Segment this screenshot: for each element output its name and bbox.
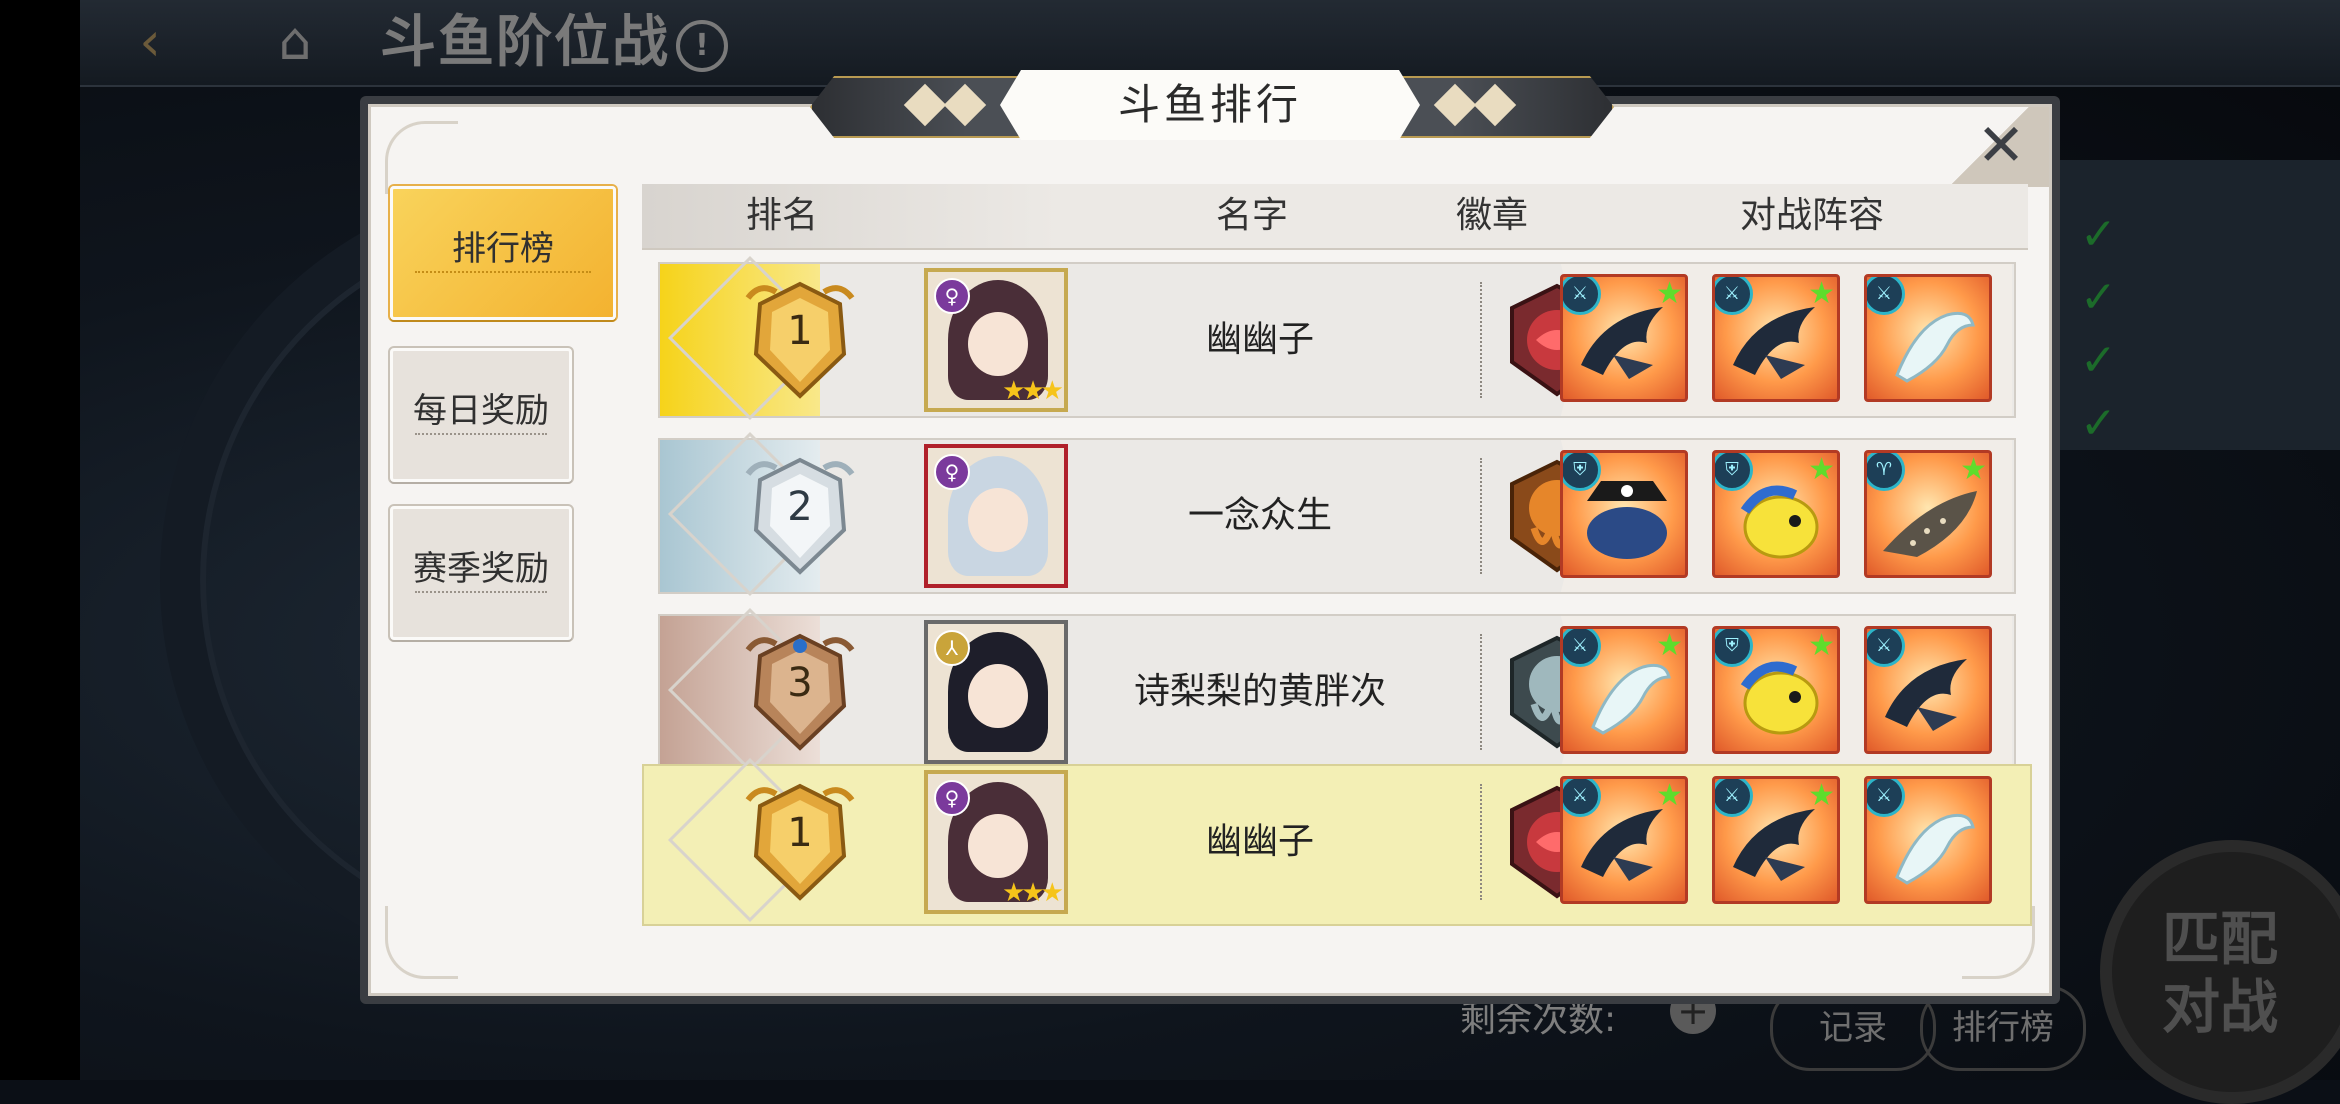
green-star-icon: ★ <box>1960 452 1987 487</box>
shield-type-icon: ⛨ <box>1563 453 1601 491</box>
lineup-fish-card[interactable]: ⚔ <box>1864 626 1992 754</box>
sword-type-icon: ⚔ <box>1715 779 1753 817</box>
sword-type-icon: ⚔ <box>1563 779 1601 817</box>
green-star-icon: ★ <box>1656 628 1683 663</box>
info-icon[interactable]: ! <box>676 20 728 72</box>
player-avatar[interactable]: ⅄ <box>924 620 1068 764</box>
player-name: 诗梨梨的黄胖次 <box>1133 671 1386 712</box>
player-name: 一念众生 <box>1187 495 1332 536</box>
home-icon[interactable]: ⌂ <box>255 10 335 74</box>
star-rating: ★★★ <box>1002 376 1064 406</box>
sword-type-icon: ⚔ <box>1867 277 1905 315</box>
tab-label: 排行榜 <box>452 229 554 269</box>
header-name: 名字 <box>1215 195 1288 236</box>
match-battle-label: 匹配 对战 <box>2130 905 2310 1041</box>
lineup-fish-card[interactable]: ⚔ <box>1864 776 1992 904</box>
tab-label: 赛季奖励 <box>413 549 549 589</box>
sword-type-icon: ⚔ <box>1563 629 1601 667</box>
green-star-icon: ★ <box>1808 452 1835 487</box>
rank-number: 2 <box>787 484 813 530</box>
player-name: 幽幽子 <box>1205 319 1314 360</box>
lineup-fish-card[interactable]: ⚔ <box>1864 274 1992 402</box>
player-avatar[interactable]: ♀ ★★★ <box>924 770 1068 914</box>
gender-badge-icon: ♀ <box>934 278 970 314</box>
background-page-title: 斗鱼阶位战 <box>380 10 670 75</box>
header-badge: 徽章 <box>1455 195 1528 236</box>
table-row[interactable]: 3 ⅄ 诗梨梨的黄胖次 ⚔ ★ ⛨ ★ ⚔ <box>658 607 2016 773</box>
green-star-icon: ★ <box>1656 778 1683 813</box>
sword-type-icon: ⚔ <box>1715 277 1753 315</box>
corner-ornament <box>385 121 458 194</box>
corner-ornament <box>385 906 458 979</box>
lineup-fish-card[interactable]: ⚔ ★ <box>1560 626 1688 754</box>
back-icon[interactable]: ‹ <box>110 12 190 72</box>
green-star-icon: ★ <box>1808 778 1835 813</box>
tab-label: 每日奖励 <box>413 391 549 431</box>
avatar-face <box>968 814 1028 878</box>
column-separator <box>1480 784 1482 900</box>
table-header: 排名 名字 徽章 对战阵容 <box>642 184 2028 248</box>
lineup-fish-card[interactable]: ♈ ★ <box>1864 450 1992 578</box>
lineup-fish-card[interactable]: ⛨ ★ <box>1712 626 1840 754</box>
header-rank: 排名 <box>745 195 818 236</box>
table-row[interactable]: 1 ♀ ★★★ 幽幽子 ⚔ ★ ⚔ ★ ⚔ <box>658 255 2016 421</box>
green-star-icon: ★ <box>1808 628 1835 663</box>
column-separator <box>1480 634 1482 750</box>
close-icon[interactable]: ✕ <box>1969 113 2033 177</box>
lineup-fish-card[interactable]: ⚔ ★ <box>1560 274 1688 402</box>
lineup-fish-card[interactable]: ⚔ ★ <box>1712 274 1840 402</box>
shield-type-icon: ⛨ <box>1715 629 1753 667</box>
tab-divider <box>415 271 591 273</box>
tab-leaderboard[interactable]: 排行榜 <box>390 186 616 320</box>
green-star-icon: ★ <box>1808 276 1835 311</box>
player-name: 幽幽子 <box>1205 821 1314 862</box>
rank-number: 1 <box>787 308 813 354</box>
lineup-fish-card[interactable]: ⚔ ★ <box>1712 776 1840 904</box>
player-avatar[interactable]: ♀ <box>924 444 1068 588</box>
avatar-face <box>968 312 1028 376</box>
tab-daily-reward[interactable]: 每日奖励 <box>390 348 572 482</box>
tab-divider <box>415 433 547 435</box>
check-icon: ✓ <box>2080 335 2117 386</box>
shield-type-icon: ⛨ <box>1715 453 1753 491</box>
self-ranking-row[interactable]: 1 ♀ ★★★ 幽幽子 ⚔ ★ ⚔ ★ ⚔ <box>642 757 2032 926</box>
lineup-fish-card[interactable]: ⛨ <box>1560 450 1688 578</box>
star-rating: ★★★ <box>1002 878 1064 908</box>
rank-number: 1 <box>787 810 813 856</box>
tab-season-reward[interactable]: 赛季奖励 <box>390 506 572 640</box>
cup-type-icon: ♈ <box>1867 453 1905 491</box>
sword-type-icon: ⚔ <box>1867 779 1905 817</box>
match-label-line2: 对战 <box>2161 973 2278 1041</box>
gender-badge-icon: ♀ <box>934 454 970 490</box>
column-separator <box>1480 282 1482 398</box>
check-icon: ✓ <box>2080 272 2117 323</box>
tab-divider <box>415 591 547 593</box>
left-black-strip <box>0 0 80 1080</box>
header-lineup: 对战阵容 <box>1739 195 1884 236</box>
sword-type-icon: ⚔ <box>1563 277 1601 315</box>
avatar-face <box>968 664 1028 728</box>
rank-number: 3 <box>787 660 813 706</box>
lineup-fish-card[interactable]: ⚔ ★ <box>1560 776 1688 904</box>
column-separator <box>1480 458 1482 574</box>
class-badge-icon: ⅄ <box>934 630 970 666</box>
dialog-title: 斗鱼排行 <box>1117 80 1302 129</box>
check-icon: ✓ <box>2080 209 2117 260</box>
match-label-line1: 匹配 <box>2161 905 2278 973</box>
sword-type-icon: ⚔ <box>1867 629 1905 667</box>
check-icon: ✓ <box>2080 398 2117 449</box>
avatar-face <box>968 488 1028 552</box>
dialog-title-banner: 斗鱼排行 <box>810 70 1614 140</box>
header-divider <box>642 248 2028 250</box>
player-avatar[interactable]: ♀ ★★★ <box>924 268 1068 412</box>
lineup-fish-card[interactable]: ⛨ ★ <box>1712 450 1840 578</box>
close-tab: ✕ <box>1929 107 2049 187</box>
green-star-icon: ★ <box>1656 276 1683 311</box>
table-row[interactable]: 2 ♀ 一念众生 ⛨ ⛨ ★ ♈ ★ <box>658 431 2016 597</box>
gender-badge-icon: ♀ <box>934 780 970 816</box>
